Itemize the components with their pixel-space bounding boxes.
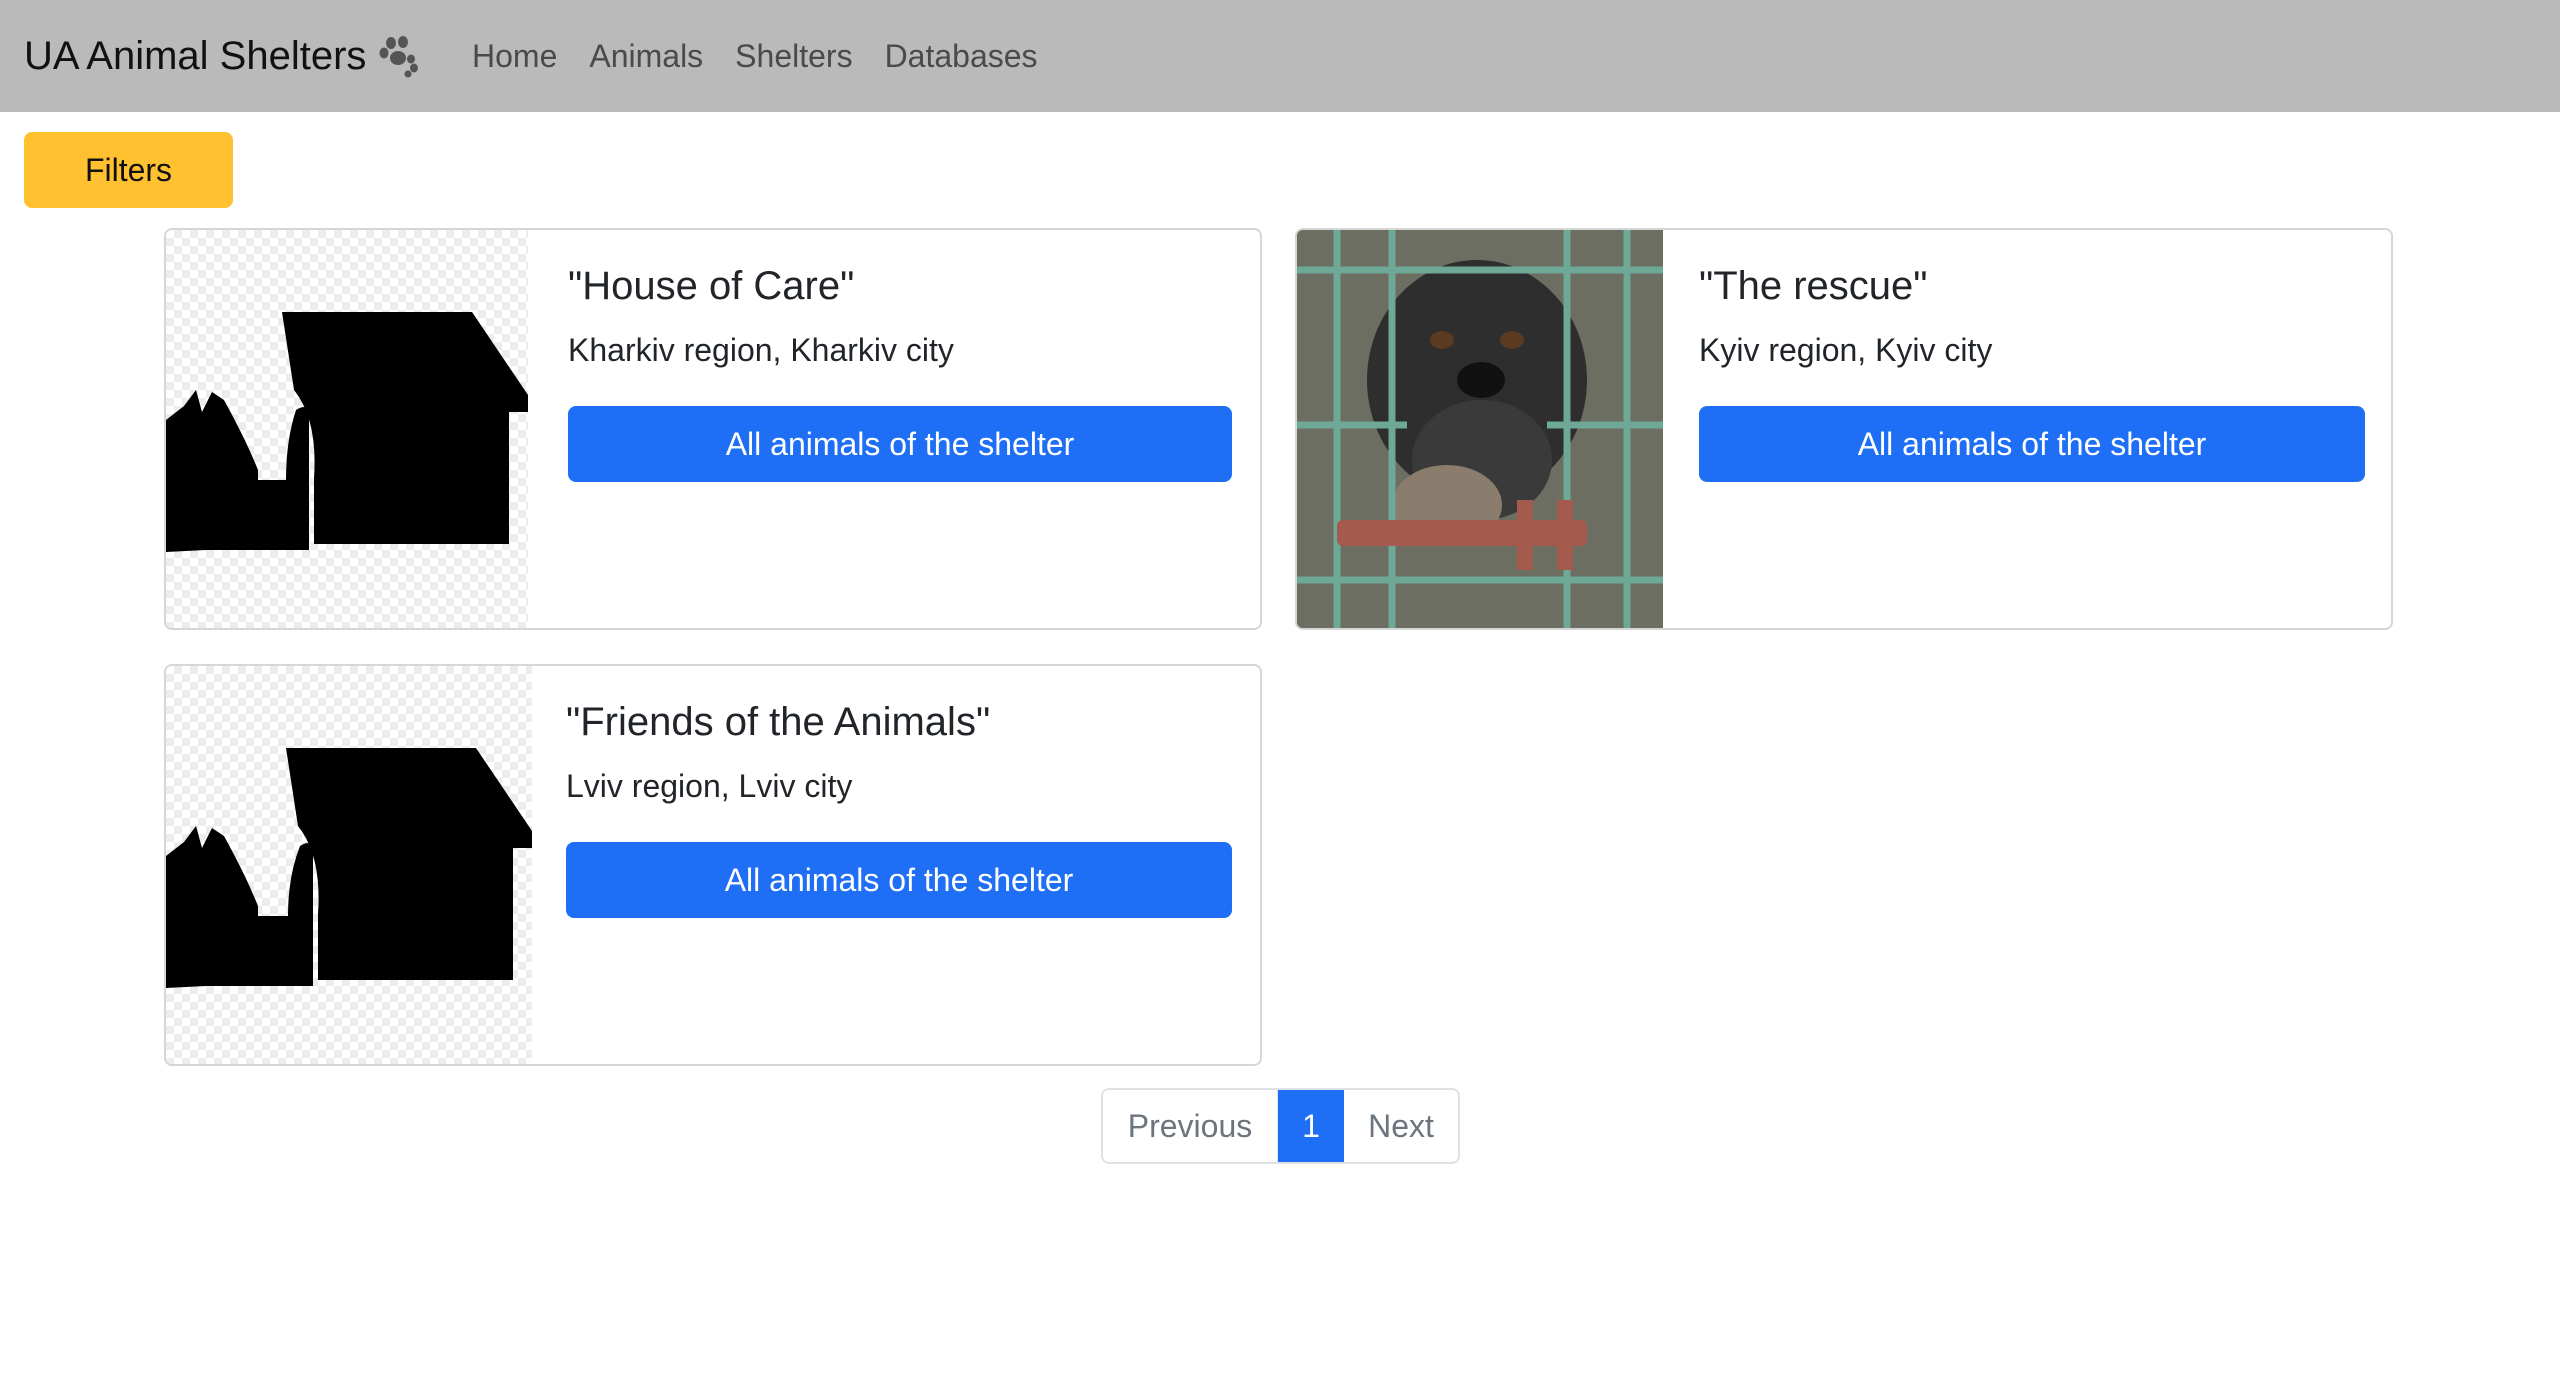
shelter-house-icon [166,666,532,1064]
pagination-page-1[interactable]: 1 [1278,1090,1344,1162]
brand[interactable]: UA Animal Shelters [24,0,422,112]
filters-button[interactable]: Filters [24,132,233,208]
nav-animals[interactable]: Animals [573,38,719,75]
shelter-location: Lviv region, Lviv city [566,768,853,804]
paw-icon [378,34,422,78]
brand-title: UA Animal Shelters [24,33,367,78]
shelter-card: "House of Care" Kharkiv region, Kharkiv … [164,228,1262,630]
pagination-previous[interactable]: Previous [1103,1090,1278,1162]
all-animals-button[interactable]: All animals of the shelter [566,842,1232,918]
navbar: UA Animal Shelters Home Animals Shelters… [0,0,2560,112]
shelter-title: "Friends of the Animals" [566,700,991,744]
nav-shelters[interactable]: Shelters [719,38,868,75]
pagination-next[interactable]: Next [1344,1090,1458,1162]
pagination: Previous 1 Next [1101,1088,1460,1164]
nav-home[interactable]: Home [456,38,573,75]
dog-photo [1297,230,1663,628]
shelter-card: "The rescue" Kyiv region, Kyiv city All … [1295,228,2393,630]
all-animals-button[interactable]: All animals of the shelter [1699,406,2365,482]
shelter-location: Kyiv region, Kyiv city [1699,332,1993,368]
all-animals-button[interactable]: All animals of the shelter [568,406,1232,482]
shelter-house-icon [166,230,528,628]
nav-databases[interactable]: Databases [869,38,1054,75]
shelter-location: Kharkiv region, Kharkiv city [568,332,954,368]
shelter-title: "The rescue" [1699,264,1928,308]
shelter-title: "House of Care" [568,264,855,308]
nav-links: Home Animals Shelters Databases [456,0,1054,112]
shelter-card: "Friends of the Animals" Lviv region, Lv… [164,664,1262,1066]
